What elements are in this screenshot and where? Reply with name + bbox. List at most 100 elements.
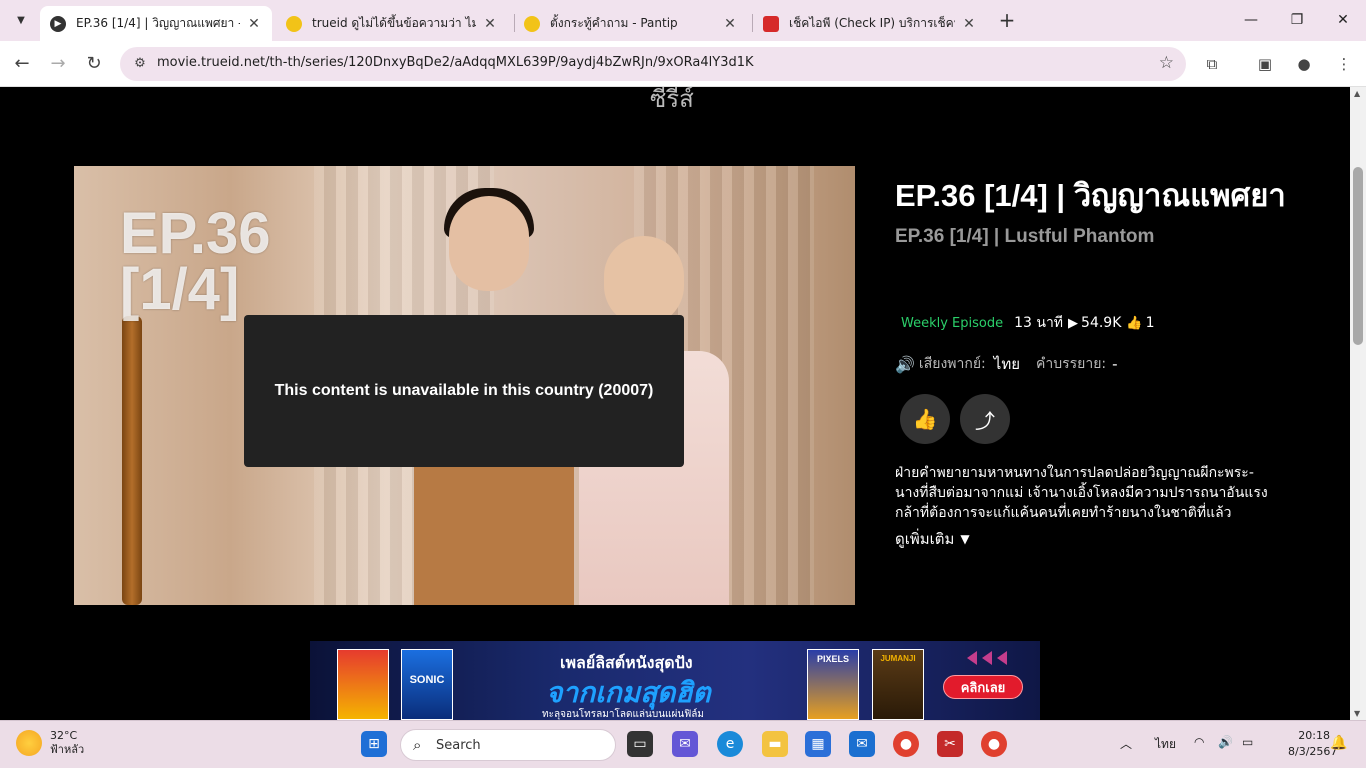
system-clock[interactable]: 20:18 8/3/2567 [1288,728,1337,760]
tab-trueid-episode[interactable]: ▶ EP.36 [1/4] | วิญญาณแพศยา - ดูอี ✕ [40,6,272,41]
file-explorer-icon[interactable]: ▬ [762,731,788,757]
tab-title: เช็คไอพี (Check IP) บริการเช็คหมาย [789,16,955,30]
see-more-label: ดูเพิ่มเติม [895,530,955,548]
checkip-favicon-icon [763,15,779,32]
battery-icon[interactable]: ▭ [1242,735,1253,749]
url-text[interactable]: movie.trueid.net/th-th/series/120DnxyBqD… [157,55,754,70]
movie-poster-pixels[interactable]: PIXELS [807,649,859,720]
microsoft-store-icon[interactable]: ▦ [805,731,831,757]
decor-arrow-icon [982,651,992,665]
subtitle-value: - [1112,355,1118,373]
weather-sun-icon [16,730,42,756]
audio-subtitle-row: 🔊 เสียงพากย์: ไทย คำบรรยาย: - [895,352,1134,376]
decor-arrow-icon [997,651,1007,665]
see-more-button[interactable]: ดูเพิ่มเติม ▼ [895,527,970,551]
decor-arrow-icon [967,651,977,665]
scroll-down-arrow-icon[interactable]: ▼ [1354,709,1360,718]
audio-value: ไทย [993,355,1021,373]
subtitle-label: คำบรรยาย: [1036,356,1107,372]
close-tab-icon[interactable]: ✕ [722,16,738,32]
close-window-icon[interactable]: ✕ [1333,10,1353,30]
poster-label: JUMANJI [880,654,916,663]
forward-arrow-icon[interactable]: → [46,52,70,76]
input-language[interactable]: ไทย [1155,735,1176,754]
chevron-down-icon: ▼ [17,14,25,26]
pantip-favicon-icon [286,15,302,32]
edge-browser-icon[interactable]: e [717,731,743,757]
episode-info: EP.36 [1/4] | วิญญาณแพศยา EP.36 [1/4] | … [895,175,1295,548]
tab-pantip-trueid[interactable]: trueid ดูไม่ได้ขึ้นข้อความว่า ไม่อยู่ใน … [276,6,508,41]
episode-title: EP.36 [1/4] | วิญญาณแพศยา [895,178,1286,213]
overlay-line: [1/4] [120,257,240,322]
show-hidden-icons-chevron-icon[interactable]: ︿ [1120,735,1132,752]
pantip-favicon-icon [524,15,540,32]
episode-description: ฝ่ายคำพยายามหาหนทางในการปลดปล่อยวิญญาณผี… [895,465,1268,521]
playback-error-dialog: This content is unavailable in this coun… [244,315,684,467]
ad-banner[interactable]: SONIC เพลย์ลิสต์หนังสุดปัง จากเกมสุดฮิต … [310,641,1040,720]
restore-icon[interactable]: ❐ [1287,10,1307,30]
tab-title: trueid ดูไม่ได้ขึ้นข้อความว่า ไม่อยู่ใน [312,16,476,30]
tab-title: ตั้งกระทู้คำถาม - Pantip [550,16,678,30]
side-panel-icon[interactable]: ▣ [1253,52,1277,76]
windows-start-icon[interactable]: ⊞ [361,731,387,757]
share-icon: ⤴ [975,408,995,433]
mail-icon[interactable]: ✉ [849,731,875,757]
section-heading: ซีรีส์ [650,87,694,113]
page-content: ซีรีส์ EP.36 [1/4] This content is unava… [0,87,1350,720]
speaker-icon: 🔊 [895,354,915,374]
tab-check-ip[interactable]: เช็คไอพี (Check IP) บริการเช็คหมาย ✕ [753,6,987,41]
audio-label: เสียงพากย์: [918,356,986,372]
banner-tagline: ทะลุจอนโทรลมาโลดแล่นบนแผ่นฟิล์ม [542,709,704,720]
new-tab-plus-icon[interactable]: + [996,9,1018,31]
movie-poster-jumanji[interactable]: JUMANJI [872,649,924,720]
windows-taskbar: 32°C ฟ้าหลัว ⊞ ⌕ Search ▭ ✉ e ▬ ▦ ✉ ● ✂ … [0,720,1366,768]
close-tab-icon[interactable]: ✕ [246,16,262,32]
address-bar[interactable]: ⚙ movie.trueid.net/th-th/series/120DnxyB… [120,47,1186,81]
thumbs-up-icon: 👍 [912,407,938,431]
chevron-down-icon: ▼ [960,532,970,546]
tab-search-button[interactable]: ▼ [8,8,34,32]
weather-widget[interactable]: 32°C ฟ้าหลัว [16,729,84,757]
chrome-icon[interactable]: ● [893,731,919,757]
back-arrow-icon[interactable]: ← [10,52,34,76]
volume-icon[interactable]: 🔊 [1218,735,1233,749]
play-icon: ▶ [1068,315,1079,331]
minimize-icon[interactable]: — [1241,10,1261,30]
menu-kebab-icon[interactable]: ⋮ [1332,52,1356,76]
snipping-tool-icon[interactable]: ✂ [937,731,963,757]
views: ▶ 54.9K [1068,315,1122,331]
likes: 👍 1 [1126,315,1155,331]
search-icon: ⌕ [413,736,422,754]
reload-icon[interactable]: ↻ [82,52,106,76]
scroll-up-arrow-icon[interactable]: ▲ [1354,89,1360,98]
like-button[interactable]: 👍 [900,394,950,444]
task-view-icon[interactable]: ▭ [627,731,653,757]
scrollbar-thumb[interactable] [1353,167,1363,345]
extensions-puzzle-icon[interactable]: ⧉ [1200,52,1224,76]
banner-cta-button[interactable]: คลิกเลย [943,675,1023,699]
video-episode-overlay: EP.36 [1/4] [120,205,271,322]
tab-title: EP.36 [1/4] | วิญญาณแพศยา - ดูอี [76,16,240,30]
tab-pantip-ask[interactable]: ตั้งกระทู้คำถาม - Pantip ✕ [514,6,748,41]
close-tab-icon[interactable]: ✕ [482,16,498,32]
thumbs-up-icon: 👍 [1126,315,1143,331]
teams-chat-icon[interactable]: ✉ [672,731,698,757]
poster-label: PIXELS [816,654,849,664]
page-scrollbar[interactable]: ▲ ▼ [1350,87,1366,720]
wifi-icon[interactable]: ◠ [1194,735,1204,749]
share-button[interactable]: ⤴ [960,394,1010,444]
notification-bell-icon[interactable]: 🔔 [1330,735,1347,751]
episode-subtitle: EP.36 [1/4] | Lustful Phantom [895,226,1155,247]
profile-avatar-icon[interactable]: ● [1292,52,1316,76]
chrome-profile-icon[interactable]: ● [981,731,1007,757]
weather-temperature: 32°C [50,729,78,742]
weather-description: ฟ้าหลัว [50,743,85,756]
video-player[interactable]: EP.36 [1/4] This content is unavailable … [74,166,855,605]
bookmark-star-icon[interactable]: ☆ [1159,53,1174,73]
taskbar-search-box[interactable]: ⌕ Search [400,729,616,761]
clock-time: 20:18 [1298,729,1330,742]
movie-poster-mario[interactable] [337,649,389,720]
movie-poster-sonic[interactable]: SONIC [401,649,453,720]
site-info-icon[interactable]: ⚙ [130,54,150,74]
close-tab-icon[interactable]: ✕ [961,16,977,32]
